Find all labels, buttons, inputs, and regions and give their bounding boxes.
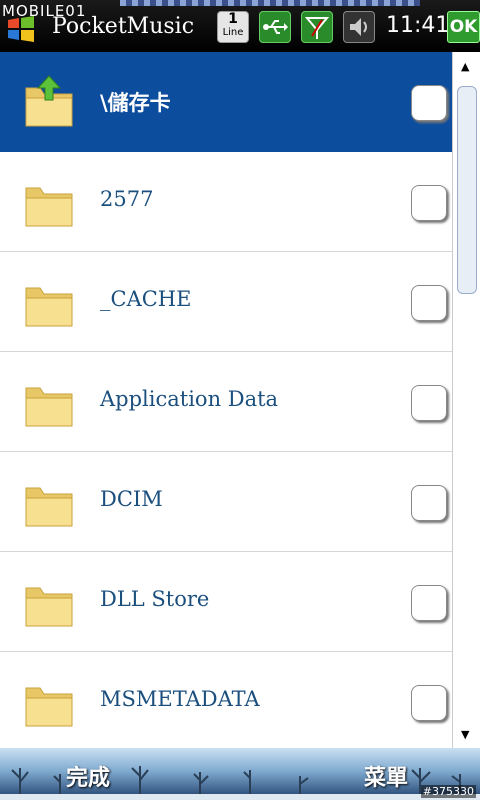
folder-icon (25, 487, 73, 527)
signal-icon[interactable] (301, 11, 333, 43)
list-item-label: DLL Store (100, 587, 210, 611)
folder-up-icon (25, 75, 73, 127)
item-checkbox[interactable] (411, 285, 447, 321)
list-item-folder[interactable]: DCIM (0, 452, 452, 552)
item-checkbox[interactable] (411, 685, 447, 721)
list-item-folder[interactable]: MSMETADATA (0, 652, 452, 748)
windows-start-icon[interactable] (6, 14, 36, 44)
list-item-folder[interactable]: Application Data (0, 352, 452, 452)
list-item-label: \儲存卡 (100, 91, 171, 115)
list-item-folder[interactable]: 2577 (0, 152, 452, 252)
list-item-label: 2577 (100, 187, 154, 211)
folder-list: \儲存卡 2577 _CACHE Application Data DCIM D… (0, 52, 452, 748)
done-softkey[interactable]: 完成 (66, 760, 110, 792)
list-item-label: Application Data (100, 387, 279, 411)
item-checkbox[interactable] (411, 85, 447, 121)
folder-icon (25, 687, 73, 727)
ok-button[interactable]: OK (447, 11, 480, 43)
line-indicator-icon[interactable]: 1 Line (217, 11, 249, 43)
usb-icon[interactable] (259, 11, 291, 43)
list-item-folder[interactable]: DLL Store (0, 552, 452, 652)
app-title: PocketMusic (52, 14, 195, 39)
folder-icon (25, 387, 73, 427)
vertical-scrollbar[interactable]: ▲ ▼ (452, 52, 480, 748)
list-item-parent[interactable]: \儲存卡 (0, 52, 452, 152)
folder-icon (25, 187, 73, 227)
list-item-folder[interactable]: _CACHE (0, 252, 452, 352)
item-checkbox[interactable] (411, 185, 447, 221)
status-bar: MOBILE01 PocketMusic 1 Line 11:41 OK (0, 0, 480, 52)
status-top-strip (120, 0, 420, 6)
list-item-label: DCIM (100, 487, 163, 511)
folder-icon (25, 587, 73, 627)
list-item-label: _CACHE (100, 287, 192, 311)
item-checkbox[interactable] (411, 585, 447, 621)
folder-icon (25, 287, 73, 327)
list-item-label: MSMETADATA (100, 687, 260, 711)
scrollbar-thumb[interactable] (457, 86, 477, 294)
menu-softkey[interactable]: 菜單 (364, 760, 408, 792)
scroll-down-icon[interactable]: ▼ (461, 728, 469, 741)
item-checkbox[interactable] (411, 485, 447, 521)
image-number: #375330 (420, 785, 476, 798)
line-number: 1 (228, 11, 238, 27)
line-label: Line (222, 27, 244, 38)
item-checkbox[interactable] (411, 385, 447, 421)
clock: 11:41 (386, 13, 450, 38)
volume-icon[interactable] (343, 11, 375, 43)
scroll-up-icon[interactable]: ▲ (461, 60, 469, 73)
softkey-bar: 完成 菜單 #375330 (0, 748, 480, 800)
